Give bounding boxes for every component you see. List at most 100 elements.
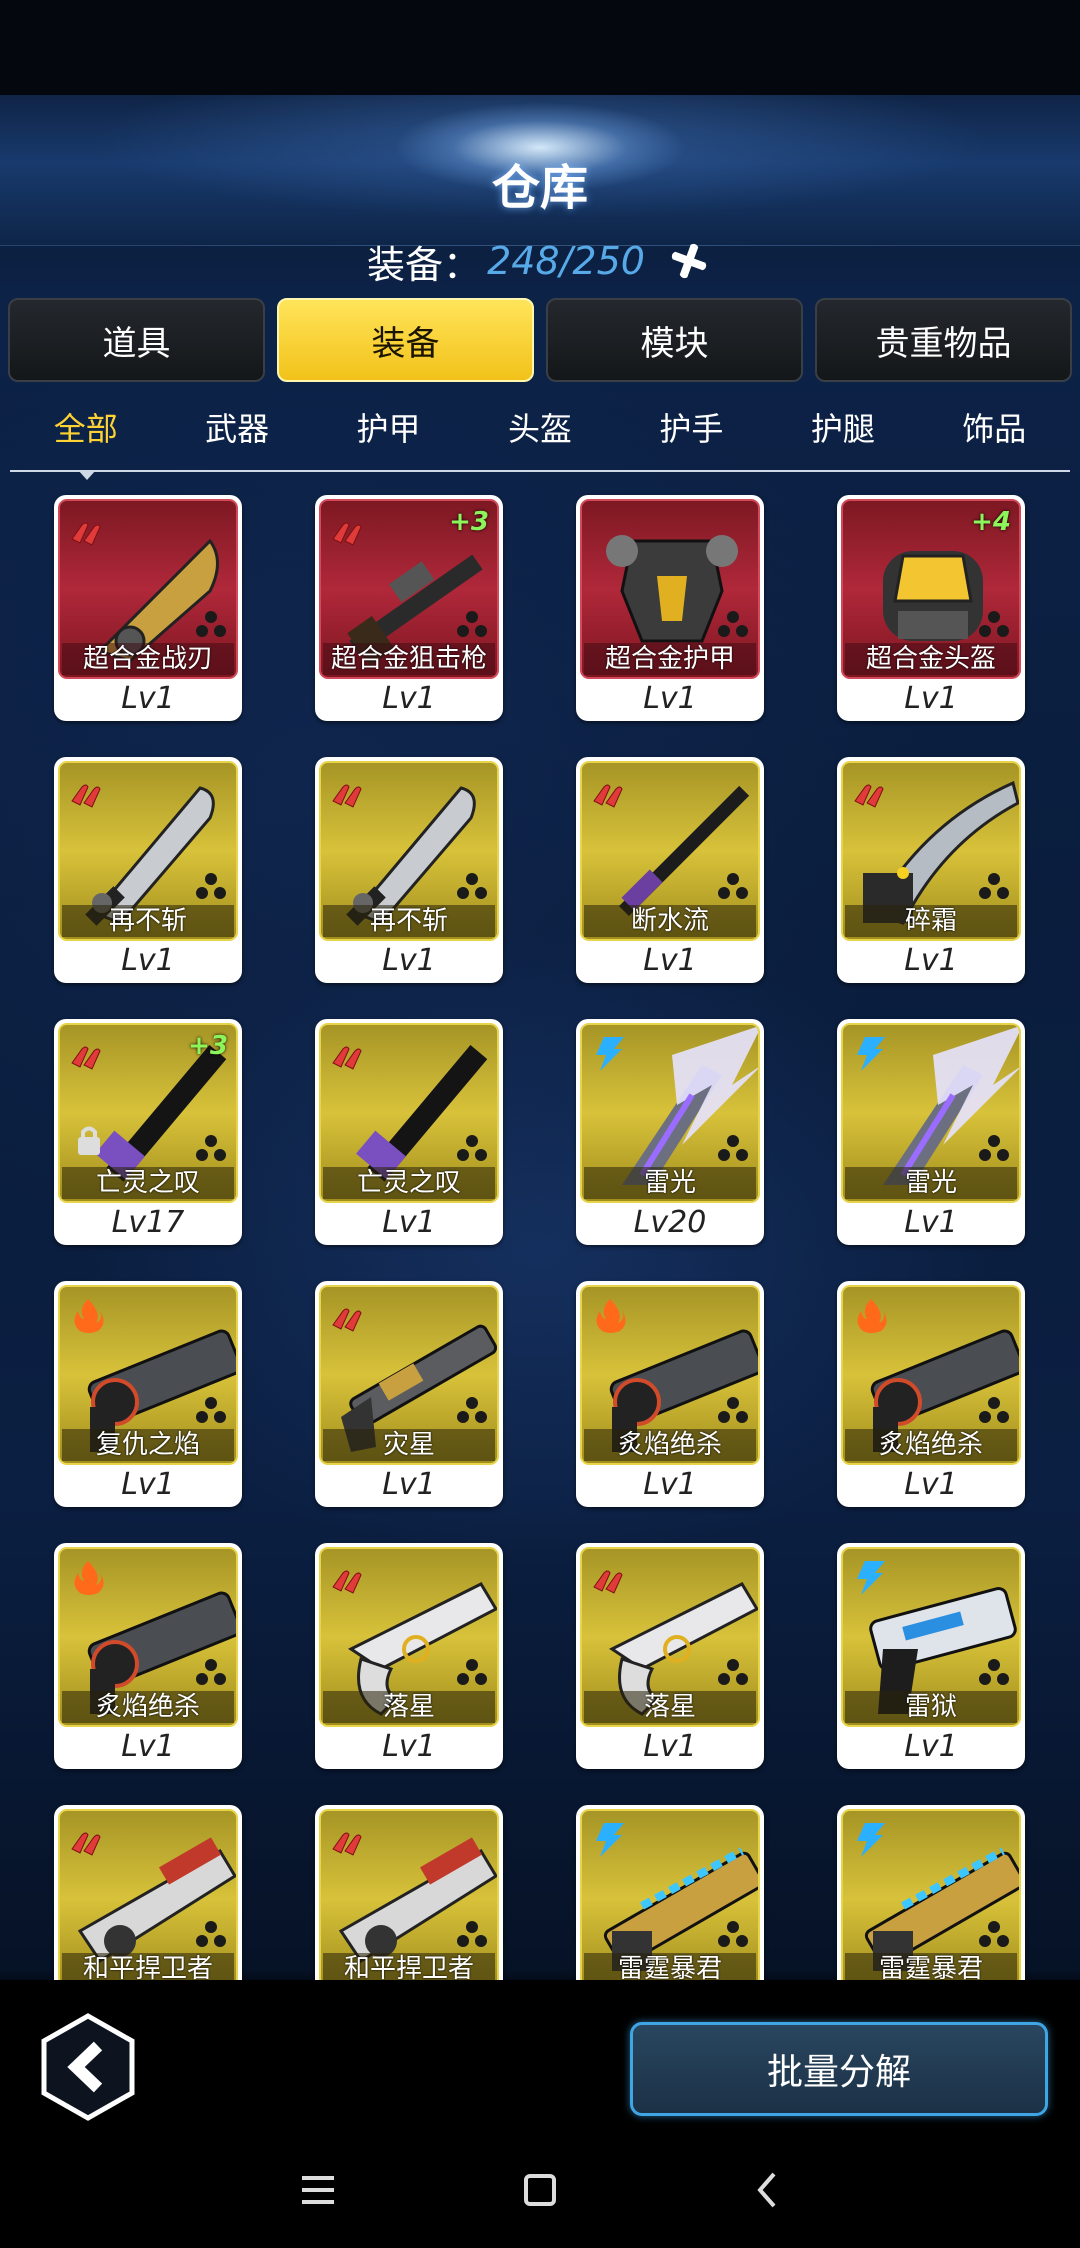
socket-dots-icon bbox=[196, 1397, 226, 1423]
capacity-value: 248/250 bbox=[487, 239, 645, 283]
item-thumbnail: 复仇之焰 bbox=[58, 1285, 238, 1465]
item-card[interactable]: 再不斩 Lv1 bbox=[54, 757, 242, 983]
item-thumbnail: 超合金护甲 bbox=[580, 499, 760, 679]
item-thumbnail: 落星 bbox=[319, 1547, 499, 1727]
item-thumbnail: 雷光 bbox=[841, 1023, 1021, 1203]
item-level: Lv1 bbox=[643, 1467, 697, 1502]
capacity-label: 装备： bbox=[367, 242, 482, 287]
bullets-icon bbox=[332, 1832, 362, 1856]
item-card[interactable]: +3 超合金狙击枪 Lv1 bbox=[315, 495, 503, 721]
socket-dots-icon bbox=[457, 873, 487, 899]
item-level: Lv1 bbox=[643, 681, 697, 716]
item-level: Lv20 bbox=[633, 1205, 707, 1240]
batch-dismantle-button[interactable]: 批量分解 bbox=[630, 2022, 1048, 2116]
bullets-icon bbox=[71, 522, 101, 546]
item-level: Lv1 bbox=[121, 1729, 175, 1764]
tab-props[interactable]: 道具 bbox=[8, 298, 265, 382]
item-card[interactable]: 雷霆暴君Lv1 bbox=[837, 1805, 1025, 1980]
socket-dots-icon bbox=[718, 1921, 748, 1947]
item-card[interactable]: 炙焰绝杀 Lv1 bbox=[576, 1281, 764, 1507]
item-thumbnail: 炙焰绝杀 bbox=[841, 1285, 1021, 1465]
item-card[interactable]: +4 超合金头盔 Lv1 bbox=[837, 495, 1025, 721]
item-name: 炙焰绝杀 bbox=[845, 1429, 1017, 1461]
socket-dots-icon bbox=[196, 1135, 226, 1161]
tab-label: 道具 bbox=[102, 323, 171, 364]
item-level: Lv1 bbox=[904, 943, 958, 978]
active-filter-pointer bbox=[78, 470, 96, 480]
item-card[interactable]: 复仇之焰 Lv1 bbox=[54, 1281, 242, 1507]
item-card[interactable]: 和平捍卫者Lv1 bbox=[54, 1805, 242, 1980]
item-card[interactable]: 雷光 Lv20 bbox=[576, 1019, 764, 1245]
page-title: 仓库 bbox=[491, 160, 588, 216]
item-card[interactable]: 超合金护甲 Lv1 bbox=[576, 495, 764, 721]
filter-leggings[interactable]: 护腿 bbox=[767, 398, 918, 460]
item-card[interactable]: 落星 Lv1 bbox=[576, 1543, 764, 1769]
item-level: Lv1 bbox=[904, 1467, 958, 1502]
bullets-icon bbox=[332, 522, 362, 546]
flame-icon bbox=[74, 1561, 104, 1595]
bullets-icon bbox=[71, 784, 101, 808]
item-name: 雷霆暴君 bbox=[845, 1953, 1017, 1980]
item-name: 超合金狙击枪 bbox=[323, 643, 495, 675]
socket-dots-icon bbox=[457, 1135, 487, 1161]
main-tab-bar: 道具 装备 模块 贵重物品 bbox=[8, 298, 1072, 382]
item-thumbnail: +4 超合金头盔 bbox=[841, 499, 1021, 679]
back-arrow-icon bbox=[41, 2013, 135, 2121]
menu-icon[interactable] bbox=[288, 2160, 348, 2220]
socket-dots-icon bbox=[196, 873, 226, 899]
tab-equipment[interactable]: 装备 bbox=[277, 298, 534, 382]
item-card[interactable]: 亡灵之叹 Lv1 bbox=[315, 1019, 503, 1245]
tab-valuables[interactable]: 贵重物品 bbox=[815, 298, 1072, 382]
item-thumbnail: +3 亡灵之叹 bbox=[58, 1023, 238, 1203]
item-card[interactable]: 雷狱 Lv1 bbox=[837, 1543, 1025, 1769]
socket-dots-icon bbox=[718, 1659, 748, 1685]
item-level: Lv1 bbox=[904, 1729, 958, 1764]
lock-icon bbox=[78, 1126, 100, 1155]
item-card[interactable]: +3 亡灵之叹 Lv17 bbox=[54, 1019, 242, 1245]
item-thumbnail: 炙焰绝杀 bbox=[58, 1547, 238, 1727]
item-card[interactable]: 雷霆暴君Lv1 bbox=[576, 1805, 764, 1980]
tab-modules[interactable]: 模块 bbox=[546, 298, 803, 382]
socket-dots-icon bbox=[979, 1659, 1009, 1685]
capacity-row: 装备： 248/250 bbox=[0, 236, 1080, 287]
socket-dots-icon bbox=[196, 1921, 226, 1947]
item-card[interactable]: 再不斩 Lv1 bbox=[315, 757, 503, 983]
filter-armor[interactable]: 护甲 bbox=[313, 398, 464, 460]
item-card[interactable]: 碎霜 Lv1 bbox=[837, 757, 1025, 983]
nav-back-icon[interactable] bbox=[738, 2160, 798, 2220]
lightning-icon bbox=[857, 1561, 885, 1595]
item-level: Lv1 bbox=[904, 1205, 958, 1240]
item-card[interactable]: 断水流 Lv1 bbox=[576, 757, 764, 983]
expand-capacity-button[interactable] bbox=[665, 237, 713, 285]
item-name: 超合金战刃 bbox=[62, 643, 234, 675]
item-card[interactable]: 和平捍卫者Lv1 bbox=[315, 1805, 503, 1980]
inventory-scroll-area[interactable]: 超合金战刃 Lv1 +3 超合金狙击枪 Lv1 超合金护甲 Lv1 +4 超合金头盔 Lv1 再不斩… bbox=[0, 480, 1080, 1980]
item-thumbnail: 雷霆暴君 bbox=[841, 1809, 1021, 1980]
item-thumbnail: 落星 bbox=[580, 1547, 760, 1727]
item-thumbnail: 雷狱 bbox=[841, 1547, 1021, 1727]
filter-gauntlets[interactable]: 护手 bbox=[616, 398, 767, 460]
filter-all[interactable]: 全部 bbox=[10, 398, 161, 460]
back-button[interactable] bbox=[38, 2012, 138, 2122]
enhance-badge: +3 bbox=[449, 507, 489, 537]
item-name: 和平捍卫者 bbox=[323, 1953, 495, 1980]
home-icon[interactable] bbox=[510, 2160, 570, 2220]
filter-helmets[interactable]: 头盔 bbox=[464, 398, 615, 460]
item-card[interactable]: 灾星 Lv1 bbox=[315, 1281, 503, 1507]
filter-weapons[interactable]: 武器 bbox=[161, 398, 312, 460]
item-thumbnail: 亡灵之叹 bbox=[319, 1023, 499, 1203]
socket-dots-icon bbox=[457, 1397, 487, 1423]
enhance-badge: +4 bbox=[971, 507, 1011, 537]
item-card[interactable]: 雷光 Lv1 bbox=[837, 1019, 1025, 1245]
socket-dots-icon bbox=[979, 1921, 1009, 1947]
item-name: 断水流 bbox=[584, 905, 756, 937]
item-card[interactable]: 超合金战刃 Lv1 bbox=[54, 495, 242, 721]
item-card[interactable]: 落星 Lv1 bbox=[315, 1543, 503, 1769]
socket-dots-icon bbox=[457, 1659, 487, 1685]
item-thumbnail: +3 超合金狙击枪 bbox=[319, 499, 499, 679]
item-thumbnail: 灾星 bbox=[319, 1285, 499, 1465]
item-name: 落星 bbox=[584, 1691, 756, 1723]
filter-accessories[interactable]: 饰品 bbox=[919, 398, 1070, 460]
item-card[interactable]: 炙焰绝杀 Lv1 bbox=[54, 1543, 242, 1769]
item-card[interactable]: 炙焰绝杀 Lv1 bbox=[837, 1281, 1025, 1507]
